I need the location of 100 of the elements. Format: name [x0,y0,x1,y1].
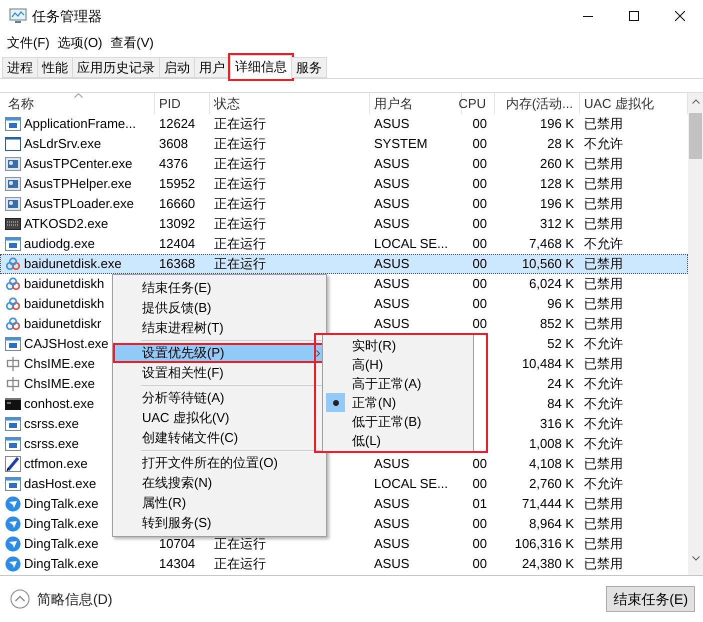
menu-item[interactable]: 高于正常(A) [323,374,473,393]
maximize-icon[interactable] [629,11,639,21]
menu-item[interactable]: 结束任务(E) [113,278,326,298]
column-header[interactable]: 用户名 [374,94,413,114]
pid-cell-text: 10704 [159,535,196,554]
menu-item[interactable]: 正常(N) [323,393,473,412]
app-window-icon [5,116,21,132]
cpu-cell-text: 00 [472,535,487,554]
end-task-button[interactable]: 结束任务(E) [606,586,695,612]
menu-item[interactable]: 低于正常(B) [323,412,473,431]
brief-info-link[interactable]: 简略信息(D) [37,588,112,610]
process-name: CAJSHost.exe [24,335,109,354]
scroll-down-icon[interactable] [692,556,700,561]
memory-cell-text: 312 K [540,215,574,234]
uac-cell-text: 已禁用 [584,155,623,174]
app-window-icon [5,476,21,492]
tab[interactable]: 服务 [291,57,327,78]
column-header[interactable]: CPU [458,94,486,114]
uac-cell-text: 不允许 [584,135,623,154]
uac-cell-text: 已禁用 [584,495,623,514]
memory-cell-text: 2,760 K [529,475,574,494]
memory-cell-text: 96 K [547,295,574,314]
column-header[interactable]: 状态 [214,94,240,114]
pid-cell-text: 14304 [159,555,196,574]
status-cell-text: 正在运行 [214,535,266,554]
menu-item[interactable]: 属性(R) [113,493,326,513]
cloud-icon [5,276,21,292]
menu-item[interactable]: 文件(F) [3,32,54,52]
status-cell-text: 正在运行 [214,155,266,174]
menu-item[interactable]: 转到服务(S) [113,513,326,533]
column-header[interactable]: UAC 虚拟化 [584,94,654,114]
user-cell-text: ASUS [374,155,410,174]
cloud-icon [5,296,21,312]
cpu-cell-text: 00 [472,115,487,134]
tab[interactable]: 启动 [159,57,195,78]
column-header[interactable]: 名称 [8,94,34,114]
tab[interactable]: 用户 [194,57,230,78]
cloud-icon [5,316,21,332]
menu-item[interactable]: 选项(O) [54,32,106,52]
tab[interactable]: 详细信息 [230,55,292,79]
collapse-icon[interactable] [10,589,30,609]
menu-item[interactable]: 低(L) [323,431,473,450]
app-window-icon [5,336,21,352]
cpu-cell-text: 00 [472,135,487,154]
uac-cell-text: 已禁用 [584,275,623,294]
uac-cell-text: 已禁用 [584,175,623,194]
character-icon [5,376,21,392]
menu-item[interactable]: 打开文件所在的位置(O) [113,453,326,473]
scrollbar-thumb[interactable] [689,113,702,159]
process-name: AsusTPHelper.exe [24,175,132,194]
process-name: DingTalk.exe [24,515,98,534]
user-cell-text: ASUS [374,455,410,474]
user-cell-text: ASUS [374,495,410,514]
uac-cell-text: 不允许 [584,415,623,434]
app-icon [5,176,21,192]
memory-cell-text: 84 K [547,395,574,414]
menu-item[interactable]: 结束进程树(T) [113,318,326,338]
status-cell-text: 正在运行 [214,555,266,574]
close-icon[interactable] [675,11,685,21]
memory-cell-text: 852 K [540,315,574,334]
user-cell-text: SYSTEM [374,135,428,154]
column-header[interactable]: PID [159,94,181,114]
process-name: dasHost.exe [24,475,96,494]
process-name: ChsIME.exe [24,355,95,374]
memory-cell-text: 1,008 K [529,435,574,454]
selected-row[interactable]: baidunetdisk.exe 16368 正在运行 ASUS 00 10,560 K 已禁用 [0,254,688,274]
pen-icon [5,456,21,472]
menu-item[interactable]: 高(H) [323,355,473,374]
uac-cell-text: 已禁用 [584,215,623,234]
menu-item[interactable]: 提供反馈(B) [113,298,326,318]
cpu-cell-text: 00 [472,455,487,474]
keyboard-icon [5,216,21,232]
tab[interactable]: 进程 [2,57,38,78]
app-icon [5,196,21,212]
process-name: baidunetdisk.exe [24,255,122,274]
process-name: baidunetdiskh [24,275,104,294]
menu-item[interactable]: UAC 虚拟化(V) [113,408,326,428]
column-header[interactable]: 内存(活动... [506,94,573,114]
app-icon [5,156,21,172]
scrollbar[interactable] [688,93,703,575]
process-name: DingTalk.exe [24,555,98,574]
user-cell-text: LOCAL SE... [374,475,448,494]
user-cell-text: ASUS [374,115,410,134]
uac-cell-text: 已禁用 [584,555,623,574]
tab[interactable]: 应用历史记录 [72,57,160,78]
menu-item[interactable]: 设置相关性(F) [113,363,326,383]
cpu-cell-text: 00 [472,275,487,294]
memory-cell-text: 71,444 K [522,495,574,514]
menu-item[interactable]: 分析等待链(A) [113,388,326,408]
menu-item[interactable]: 在线搜索(N) [113,473,326,493]
tab[interactable]: 性能 [37,57,73,78]
menu-item[interactable]: 创建转储文件(C) [113,428,326,448]
menu-item[interactable]: 实时(R) [323,336,473,355]
memory-cell-text: 128 K [540,175,574,194]
pid-cell-text: 4376 [159,155,188,174]
scroll-up-icon[interactable] [692,99,700,104]
memory-cell-text: 24 K [547,375,574,394]
menu-item[interactable]: 查看(V) [106,32,158,52]
pid-cell-text: 15952 [159,175,196,194]
pid-cell-text: 3608 [159,135,188,154]
